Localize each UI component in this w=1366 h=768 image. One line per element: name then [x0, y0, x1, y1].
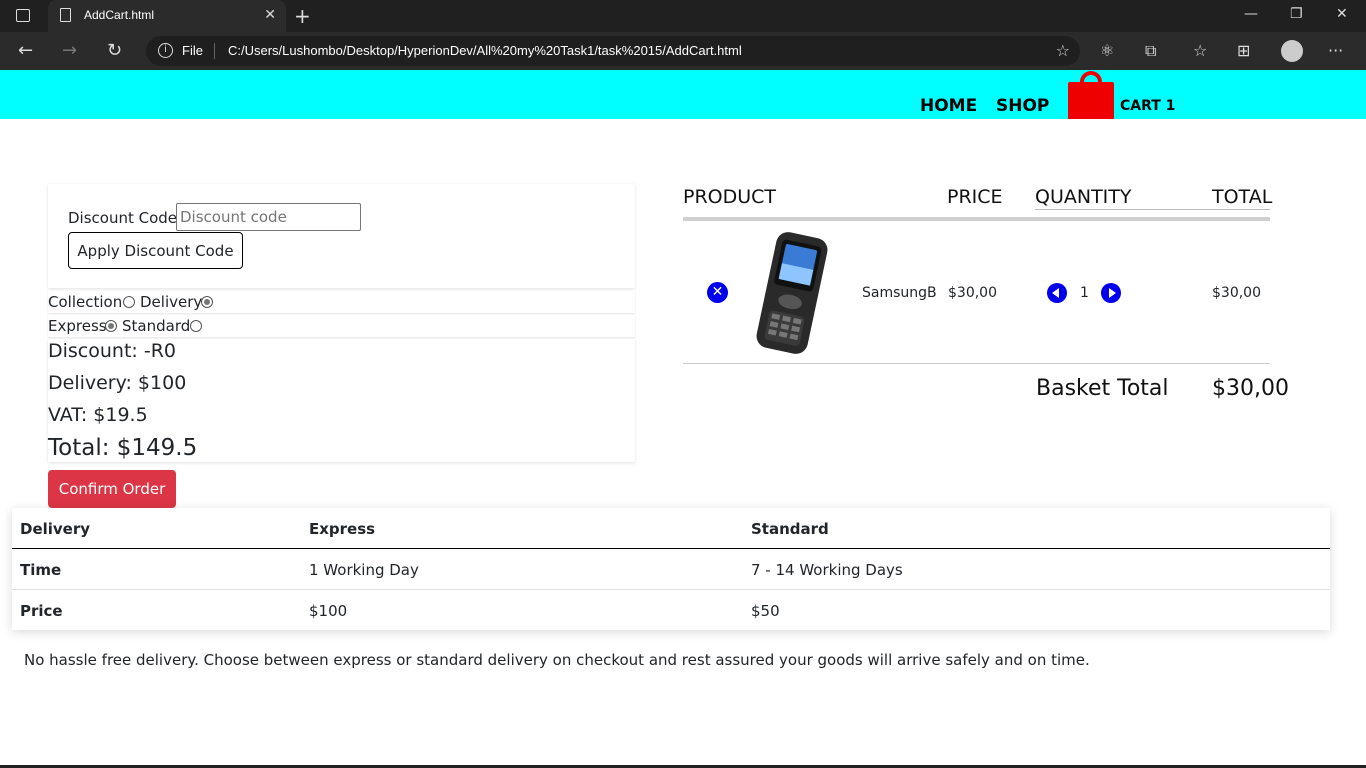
table-cell: 7 - 14 Working Days [751, 561, 903, 579]
header-quantity: QUANTITY [1035, 186, 1132, 208]
confirm-order-button[interactable]: Confirm Order [48, 470, 176, 508]
increase-quantity-icon[interactable] [1101, 283, 1121, 303]
nav-home-link[interactable]: HOME [920, 96, 977, 116]
site-header: HOME SHOP CART 1 [0, 70, 1366, 119]
reload-button[interactable]: ↻ [107, 40, 122, 61]
table-cell: $100 [309, 602, 348, 620]
header-underline [1035, 209, 1270, 210]
delivery-speed-row: Express Standard [48, 315, 635, 337]
discount-label: Discount Code [68, 209, 178, 227]
header-total: TOTAL [1212, 186, 1273, 208]
nav-shop-link[interactable]: SHOP [996, 96, 1049, 116]
item-price: $30,00 [948, 285, 997, 301]
page-icon [60, 8, 71, 22]
delivery-label: Delivery [140, 293, 203, 311]
new-tab-button[interactable]: + [294, 4, 311, 28]
shipping-method-row: Collection Delivery [48, 291, 635, 313]
table-header-row: Delivery Express Standard [12, 508, 1330, 549]
collection-radio[interactable] [123, 296, 135, 308]
discount-card: Discount Code Apply Discount Code [48, 184, 635, 288]
basket-total-value: $30,00 [1212, 376, 1289, 401]
extensions-icon[interactable]: ⧉ [1145, 41, 1156, 61]
browser-tab[interactable]: AddCart.html ✕ [48, 0, 286, 32]
favorites-icon[interactable]: ☆ [1193, 41, 1207, 60]
address-bar[interactable]: i File C:/Users/Lushombo/Desktop/Hyperio… [146, 36, 1080, 66]
browser-tab-bar: AddCart.html ✕ + — ❐ ✕ [0, 0, 1366, 32]
header-price: PRICE [947, 186, 1003, 208]
url-separator [214, 43, 215, 59]
apply-discount-button[interactable]: Apply Discount Code [68, 232, 243, 269]
shopping-bag-icon[interactable] [1068, 82, 1114, 119]
item-total: $30,00 [1212, 285, 1261, 301]
express-radio[interactable] [105, 320, 117, 332]
info-icon[interactable]: i [158, 43, 173, 58]
decrease-quantity-icon[interactable] [1047, 283, 1067, 303]
basket-total-label: Basket Total [1036, 376, 1169, 401]
profile-avatar[interactable] [1281, 40, 1303, 62]
remove-item-icon[interactable]: ✕ [707, 282, 728, 303]
item-quantity: 1 [1080, 285, 1089, 301]
th-delivery: Delivery [20, 520, 91, 538]
url-text[interactable]: C:/Users/Lushombo/Desktop/HyperionDev/Al… [228, 43, 742, 58]
tab-actions-icon[interactable] [16, 9, 30, 22]
product-image [756, 232, 828, 354]
header-product: PRODUCT [683, 186, 777, 208]
browser-toolbar: ← → ↻ i File C:/Users/Lushombo/Desktop/H… [0, 32, 1366, 70]
item-name: SamsungB [862, 285, 937, 301]
th-standard: Standard [751, 520, 829, 538]
header-divider [683, 217, 1270, 221]
order-summary: Discount: -R0 Delivery: $100 VAT: $19.5 … [48, 339, 635, 462]
th-express: Express [309, 520, 376, 538]
close-window-button[interactable]: ✕ [1336, 6, 1348, 22]
table-row: Time 1 Working Day 7 - 14 Working Days [12, 549, 1330, 590]
delivery-footnote: No hassle free delivery. Choose between … [24, 651, 1090, 669]
discount-code-input[interactable] [176, 203, 361, 231]
row-label: Time [20, 561, 62, 579]
delivery-info-table: Delivery Express Standard Time 1 Working… [12, 508, 1330, 630]
tab-close-icon[interactable]: ✕ [264, 7, 276, 23]
delivery-radio[interactable] [201, 296, 213, 308]
minimize-button[interactable]: — [1244, 6, 1258, 22]
restore-button[interactable]: ❐ [1290, 6, 1303, 22]
row-divider [683, 363, 1270, 364]
summary-total: Total: $149.5 [48, 435, 198, 461]
collection-label: Collection [48, 293, 123, 311]
tab-title: AddCart.html [84, 8, 155, 22]
standard-radio[interactable] [190, 320, 202, 332]
collections-icon[interactable]: ⊞ [1237, 41, 1250, 60]
table-cell: $50 [751, 602, 780, 620]
back-button[interactable]: ← [18, 40, 33, 61]
standard-label: Standard [122, 317, 191, 335]
forward-button[interactable]: → [62, 40, 77, 61]
react-devtools-icon[interactable]: ⚛ [1100, 41, 1114, 60]
table-row: Price $100 $50 [12, 590, 1330, 631]
express-label: Express [48, 317, 107, 335]
table-cell: 1 Working Day [309, 561, 419, 579]
summary-delivery: Delivery: $100 [48, 372, 187, 394]
settings-menu-icon[interactable]: ··· [1328, 41, 1343, 60]
summary-vat: VAT: $19.5 [48, 404, 148, 426]
add-favorite-icon[interactable]: ☆ [1056, 41, 1070, 60]
cart-link[interactable]: CART 1 [1120, 98, 1175, 114]
row-label: Price [20, 602, 63, 620]
file-label: File [182, 43, 203, 58]
summary-discount: Discount: -R0 [48, 340, 176, 362]
